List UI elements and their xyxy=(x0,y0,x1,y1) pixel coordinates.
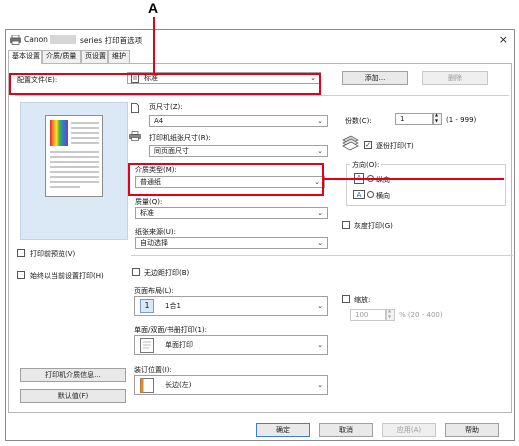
grayscale-label: 灰度打印(G) xyxy=(354,222,393,230)
divider-top xyxy=(15,95,509,96)
tab-page-setup[interactable]: 页设置 xyxy=(81,50,108,63)
page-layout-select[interactable]: 1 1合1 ⌄ xyxy=(134,296,328,316)
staple-label: 装订位置(I): xyxy=(134,366,172,374)
copies-spinner[interactable]: ▲ ▼ xyxy=(433,112,442,125)
close-icon[interactable]: × xyxy=(499,33,508,46)
grayscale-checkbox[interactable] xyxy=(342,221,350,229)
collate-checkbox[interactable]: ✓ xyxy=(364,141,372,149)
scaling-spinner[interactable]: ▲ ▼ xyxy=(386,308,395,321)
page-icon xyxy=(131,103,139,113)
paper-source-label: 纸张来源(U): xyxy=(135,228,176,236)
printer-paper-icon xyxy=(129,131,141,141)
model-name-redacted xyxy=(50,35,76,44)
scaling-label: 缩放: xyxy=(354,296,371,304)
preview-paper xyxy=(45,115,103,197)
chevron-down-icon: ⌄ xyxy=(317,209,323,217)
paper-source-select[interactable]: 自动选择 ⌄ xyxy=(135,237,328,249)
callout-a-leader xyxy=(153,17,155,74)
highlight-profile xyxy=(9,73,321,95)
printer-paper-size-label: 打印机纸张尺寸(R): xyxy=(149,134,211,142)
page-layout-value: 1合1 xyxy=(165,302,181,310)
highlight-media-type xyxy=(128,163,324,196)
orientation-title: 方向(O): xyxy=(350,160,382,170)
orientation-group xyxy=(346,164,506,206)
tab-basic-settings[interactable]: 基本设置 xyxy=(8,50,42,64)
check-icon: ✓ xyxy=(365,141,371,149)
scaling-range: % (20 - 400) xyxy=(399,311,443,319)
apply-button[interactable]: 应用(A) xyxy=(382,423,436,437)
basic-settings-panel: 配置文件(E): 标准 ⌄ 添加... 删除 打印前预览(V) 始终以当前设置打… xyxy=(8,63,513,413)
page-preview xyxy=(20,102,128,240)
always-print-current-label: 始终以当前设置打印(H) xyxy=(30,272,104,280)
add-profile-button[interactable]: 添加... xyxy=(342,71,408,85)
callout-a: A xyxy=(148,0,159,16)
chevron-down-icon: ⌄ xyxy=(317,341,323,349)
title-bar: Canon series 打印首选项 × xyxy=(6,30,514,50)
borderless-label: 无边距打印(B) xyxy=(144,269,190,277)
help-button[interactable]: 帮助 xyxy=(445,423,499,437)
quality-select[interactable]: 标准 ⌄ xyxy=(135,207,328,219)
duplex-label: 单面/双面/书册打印(1): xyxy=(134,326,207,334)
chevron-down-icon: ⌄ xyxy=(317,381,323,389)
cancel-button[interactable]: 取消 xyxy=(319,423,373,437)
chevron-down-icon: ⌄ xyxy=(317,117,323,125)
landscape-icon: A xyxy=(353,190,365,199)
callout-b-leader xyxy=(323,178,504,180)
copies-value: 1 xyxy=(400,115,405,123)
printer-icon xyxy=(10,35,21,45)
page-stack-icon xyxy=(342,135,359,151)
always-print-current-checkbox[interactable] xyxy=(17,271,25,279)
paper-source-value: 自动选择 xyxy=(140,239,168,247)
landscape-radio[interactable] xyxy=(367,191,374,198)
preview-color-image xyxy=(50,120,68,146)
collate-label: 逐份打印(T) xyxy=(376,142,414,150)
defaults-button[interactable]: 默认值(F) xyxy=(20,389,126,403)
page-size-select[interactable]: A4 ⌄ xyxy=(149,115,328,127)
window-title-suffix: series 打印首选项 xyxy=(80,36,143,45)
printer-paper-size-value: 同页面尺寸 xyxy=(154,147,189,155)
printer-media-info-button[interactable]: 打印机介质信息... xyxy=(20,368,126,382)
staple-value: 长边(左) xyxy=(165,381,192,389)
spin-down-icon[interactable]: ▼ xyxy=(435,118,438,123)
printer-paper-size-select[interactable]: 同页面尺寸 ⌄ xyxy=(149,145,328,157)
portrait-label: 纵向 xyxy=(376,176,390,184)
tab-media-quality[interactable]: 介质/质量 xyxy=(42,50,81,63)
preview-before-print-checkbox[interactable] xyxy=(17,249,25,257)
tab-maintenance[interactable]: 维护 xyxy=(108,50,130,63)
scaling-checkbox[interactable] xyxy=(342,295,350,303)
scaling-input[interactable]: 100 xyxy=(350,309,386,321)
staple-select[interactable]: 长边(左) ⌄ xyxy=(134,375,328,395)
borderless-checkbox[interactable] xyxy=(132,268,140,276)
page-size-value: A4 xyxy=(154,117,164,125)
preview-before-print-label: 打印前预览(V) xyxy=(30,250,76,258)
delete-profile-button[interactable]: 删除 xyxy=(422,71,488,85)
spin-up-icon[interactable]: ▲ xyxy=(388,308,391,313)
copies-input[interactable]: 1 xyxy=(395,113,433,125)
landscape-label: 横向 xyxy=(376,192,390,200)
chevron-down-icon: ⌄ xyxy=(317,239,323,247)
layout-page-icon: 1 xyxy=(140,299,154,313)
quality-value: 标准 xyxy=(140,209,154,217)
page-size-label: 页尺寸(Z): xyxy=(149,103,183,111)
spin-up-icon[interactable]: ▲ xyxy=(435,112,438,117)
quality-label: 质量(Q): xyxy=(135,198,163,206)
chevron-down-icon: ⌄ xyxy=(317,302,323,310)
single-sided-icon xyxy=(140,338,154,353)
spin-down-icon[interactable]: ▼ xyxy=(388,314,391,319)
duplex-select[interactable]: 单面打印 ⌄ xyxy=(134,335,328,355)
duplex-value: 单面打印 xyxy=(165,341,193,349)
ok-button[interactable]: 确定 xyxy=(256,423,310,437)
copies-label: 份数(C): xyxy=(345,117,372,125)
staple-left-icon xyxy=(140,378,154,393)
copies-range: (1 - 999) xyxy=(446,116,477,124)
window-title-prefix: Canon xyxy=(24,35,48,44)
page-layout-label: 页面布局(L): xyxy=(134,287,174,295)
divider-middle xyxy=(131,255,513,256)
chevron-down-icon: ⌄ xyxy=(317,147,323,155)
scaling-value: 100 xyxy=(355,311,369,319)
